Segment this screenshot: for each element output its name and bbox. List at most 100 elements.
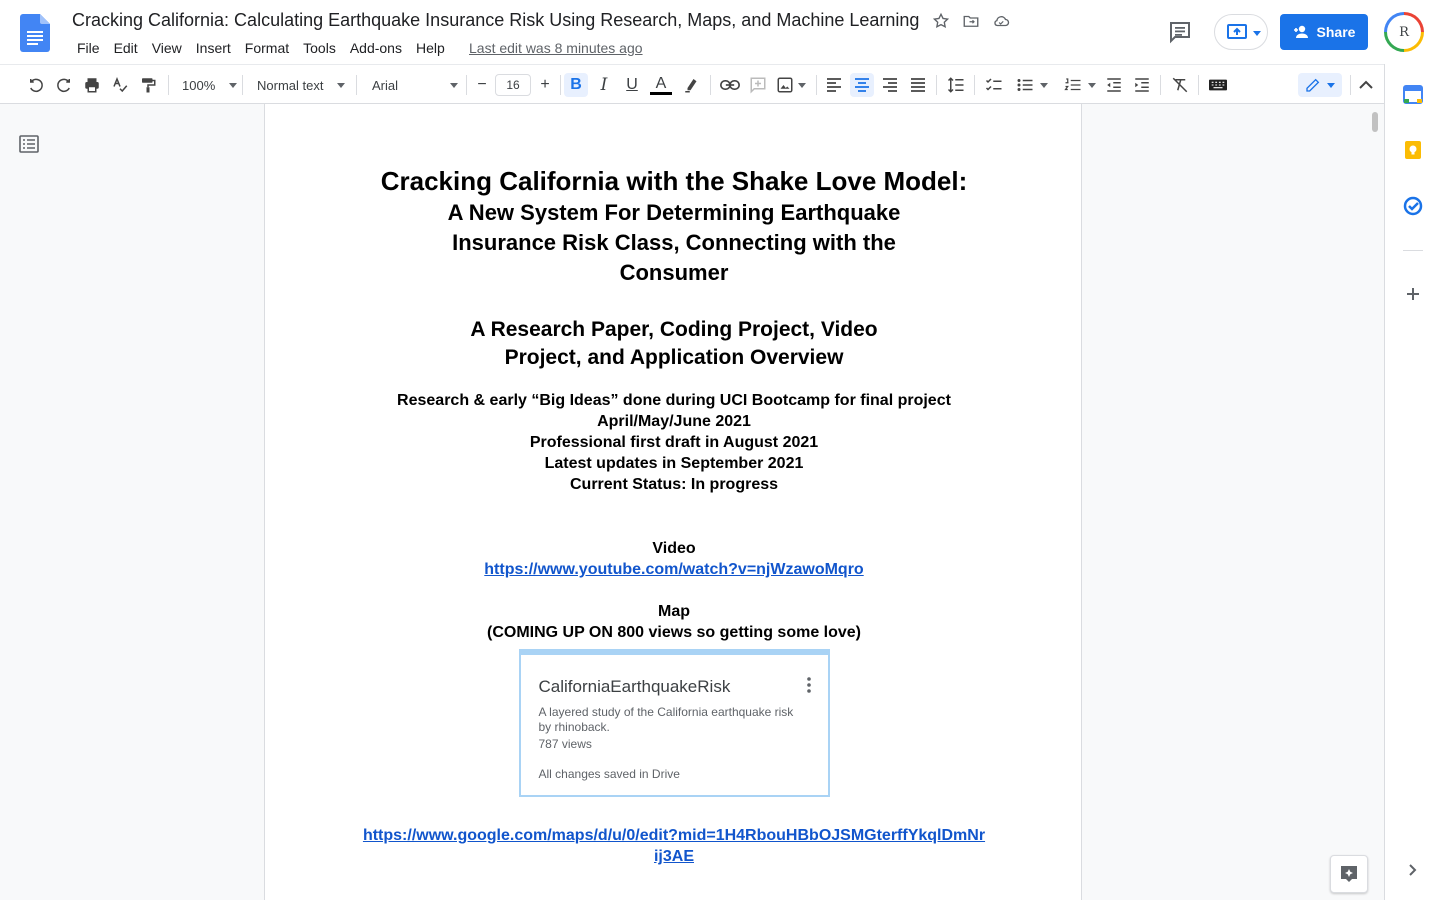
font-value: Arial: [372, 77, 399, 93]
map-card-description: A layered study of the California earthq…: [538, 705, 794, 734]
insert-link-icon[interactable]: [718, 73, 742, 97]
menu-insert[interactable]: Insert: [189, 40, 238, 56]
last-edit-link[interactable]: Last edit was 8 minutes ago: [469, 40, 643, 56]
align-center-icon[interactable]: [850, 73, 874, 97]
toolbar-divider: [710, 75, 711, 95]
toolbar-divider: [974, 75, 975, 95]
spellcheck-icon[interactable]: [108, 73, 132, 97]
chevron-down-icon: [229, 82, 238, 88]
align-left-icon[interactable]: [822, 73, 846, 97]
bulleted-list-icon[interactable]: [1010, 73, 1054, 97]
pencil-icon: [1306, 78, 1320, 92]
increase-indent-icon[interactable]: [1130, 73, 1154, 97]
insert-image-icon[interactable]: [774, 73, 808, 97]
menu-view[interactable]: View: [145, 40, 189, 56]
style-value: Normal text: [257, 77, 324, 93]
info-line: Current Status: In progress: [569, 476, 779, 493]
document-title[interactable]: Cracking California: Calculating Earthqu…: [72, 10, 919, 31]
highlight-color-icon[interactable]: [680, 73, 704, 97]
undo-icon[interactable]: [24, 73, 48, 97]
info-block: Research & early “Big Ideas” done during…: [361, 390, 987, 495]
checklist-icon[interactable]: [982, 73, 1006, 97]
map-card-views: 787 views: [538, 737, 592, 751]
add-comment-icon[interactable]: [746, 73, 770, 97]
chevron-right-icon[interactable]: [1404, 862, 1420, 878]
add-addon-icon[interactable]: [1403, 284, 1423, 304]
paint-format-icon[interactable]: [136, 73, 160, 97]
text-color-button[interactable]: A: [648, 73, 674, 97]
font-size-value: 16: [495, 74, 531, 96]
docs-logo-icon[interactable]: [20, 14, 50, 52]
decrease-font-size-button[interactable]: −: [472, 73, 492, 97]
map-link[interactable]: https://www.google.com/maps/d/u/0/edit?m…: [361, 825, 987, 867]
side-panel-divider: [1403, 250, 1423, 251]
align-right-icon[interactable]: [878, 73, 902, 97]
editing-mode-select[interactable]: [1298, 73, 1342, 97]
decrease-indent-icon[interactable]: [1102, 73, 1126, 97]
menu-format[interactable]: Format: [238, 40, 296, 56]
toolbar-divider: [1198, 75, 1199, 95]
underline-button[interactable]: U: [620, 73, 644, 97]
share-button[interactable]: Share: [1280, 14, 1368, 50]
italic-button[interactable]: I: [592, 73, 616, 97]
side-panel: [1384, 64, 1440, 900]
chevron-down-icon: [450, 82, 458, 88]
calendar-icon[interactable]: [1403, 84, 1423, 104]
document-body[interactable]: Cracking California with the Shake Love …: [361, 164, 987, 867]
style-select[interactable]: Normal text: [250, 73, 348, 97]
doc-heading-title: Cracking California with the Shake Love …: [380, 166, 968, 196]
map-preview-image[interactable]: CaliforniaEarthquakeRisk A layered study…: [518, 649, 830, 797]
star-icon[interactable]: [932, 12, 950, 30]
info-line: Research & early “Big Ideas” done during…: [397, 392, 951, 409]
doc-heading-overview: A Research Paper, Coding Project, Video …: [470, 318, 878, 369]
menu-help[interactable]: Help: [409, 40, 452, 56]
app-header: Cracking California: Calculating Earthqu…: [0, 0, 1440, 64]
video-link[interactable]: https://www.youtube.com/watch?v=njWzawoM…: [361, 559, 987, 580]
info-line: April/May/June 2021: [597, 413, 751, 430]
clear-formatting-icon[interactable]: [1168, 73, 1192, 97]
map-note: (COMING UP ON 800 views so getting some …: [486, 624, 861, 641]
video-heading: Video: [652, 540, 696, 557]
chevron-down-icon: [1253, 31, 1261, 36]
text-color-label: A: [655, 74, 667, 92]
explore-button[interactable]: [1330, 855, 1368, 893]
account-avatar[interactable]: R: [1384, 12, 1424, 52]
toolbar-divider: [1160, 75, 1161, 95]
redo-icon[interactable]: [52, 73, 76, 97]
tasks-icon[interactable]: [1403, 196, 1423, 216]
font-size-field[interactable]: 16: [495, 73, 531, 97]
document-outline-icon[interactable]: [19, 134, 39, 154]
menu-file[interactable]: File: [70, 40, 107, 56]
collapse-menus-icon[interactable]: [1354, 73, 1378, 97]
line-spacing-icon[interactable]: [944, 73, 968, 97]
increase-font-size-button[interactable]: +: [535, 73, 555, 97]
toolbar-divider: [1350, 75, 1351, 95]
chevron-down-icon: [337, 82, 346, 88]
menu-addons[interactable]: Add-ons: [343, 40, 409, 56]
comment-history-icon[interactable]: [1168, 20, 1192, 44]
toolbar-divider: [816, 75, 817, 95]
print-icon[interactable]: [80, 73, 104, 97]
font-select[interactable]: Arial: [364, 73, 462, 97]
scrollbar-thumb[interactable]: [1372, 112, 1378, 132]
cloud-status-icon[interactable]: [992, 12, 1010, 30]
menu-edit[interactable]: Edit: [107, 40, 145, 56]
formatting-toolbar: 100% Normal text Arial − 16 + B I U A: [0, 64, 1384, 104]
map-heading: Map: [658, 603, 690, 620]
present-button[interactable]: [1214, 14, 1268, 50]
bold-button[interactable]: B: [564, 73, 588, 97]
doc-heading-subtitle: A New System For Determining Earthquake …: [447, 200, 901, 285]
numbered-list-icon[interactable]: [1058, 73, 1102, 97]
more-vert-icon: [806, 677, 811, 693]
zoom-select[interactable]: 100%: [176, 73, 238, 97]
toolbar-divider: [356, 75, 357, 95]
menu-tools[interactable]: Tools: [296, 40, 343, 56]
person-add-icon: [1293, 25, 1308, 38]
map-card-title: CaliforniaEarthquakeRisk: [538, 677, 731, 696]
input-tools-icon[interactable]: [1206, 73, 1230, 97]
move-folder-icon[interactable]: [962, 12, 980, 30]
align-justify-icon[interactable]: [906, 73, 930, 97]
info-line: Latest updates in September 2021: [544, 455, 804, 472]
keep-icon[interactable]: [1403, 140, 1423, 160]
document-page[interactable]: Cracking California with the Shake Love …: [264, 104, 1082, 900]
